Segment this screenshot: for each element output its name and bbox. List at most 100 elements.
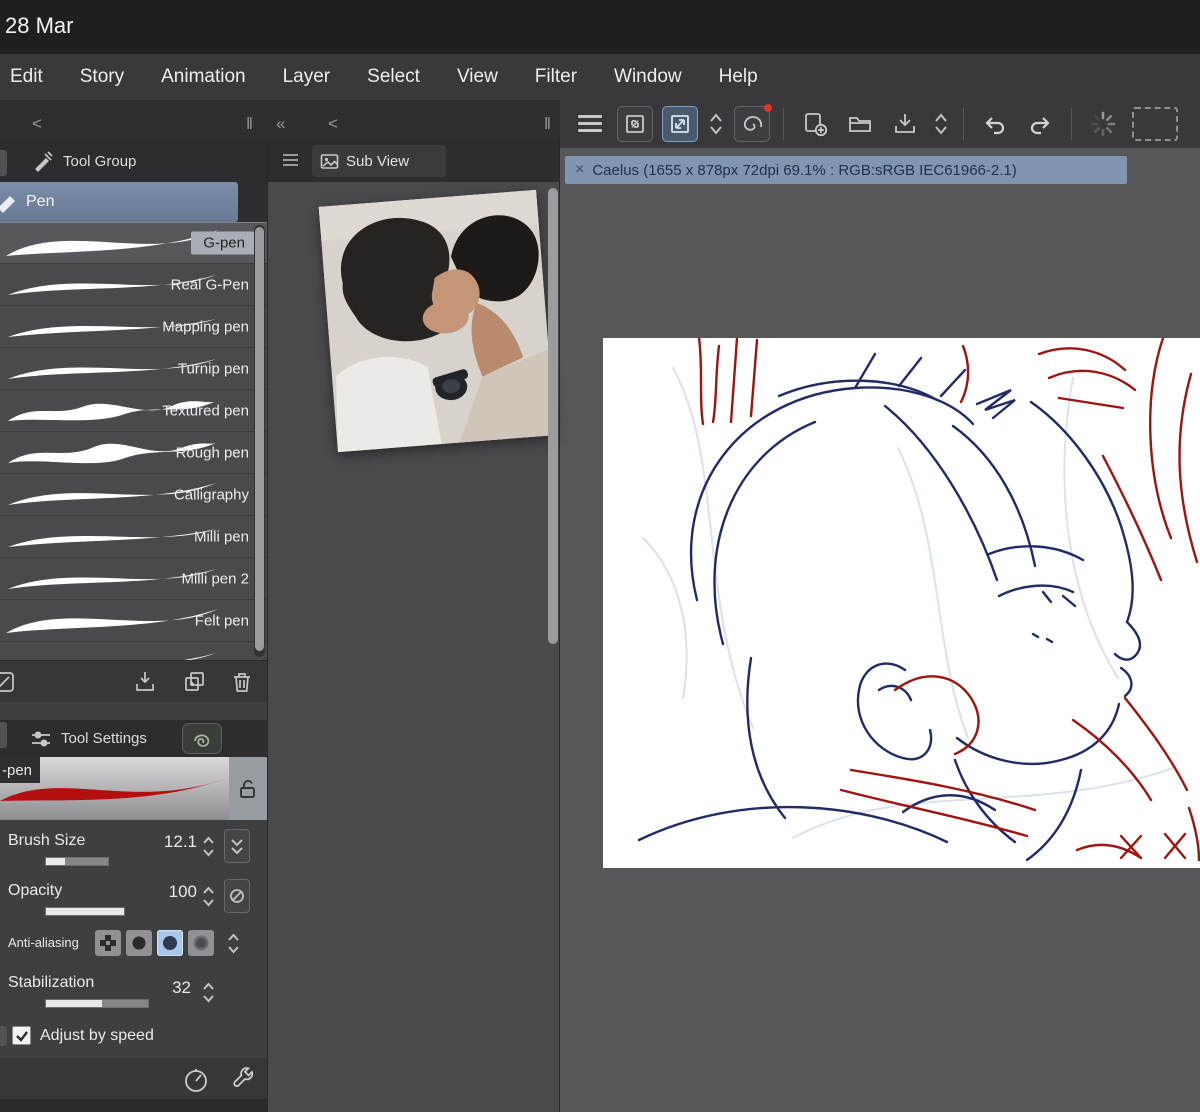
tool-group-icon [35,151,53,172]
close-icon[interactable]: × [575,161,584,179]
sub-view-tab[interactable]: Sub View [312,145,446,177]
panel-handle2-icon[interactable]: ‖ [544,113,551,135]
tool-group-header[interactable]: Tool Group [0,140,267,182]
view-stepper-icon[interactable] [707,106,725,142]
divider [963,108,964,140]
sketch-artwork [637,338,1200,862]
document-tab[interactable]: × Caelus (1655 x 878px 72dpi 69.1% : RGB… [565,156,1127,184]
fit-view-icon[interactable] [617,106,653,142]
sub-tool-list: G-pen Real G-Pen Mapping pen Turnip pen … [0,222,267,660]
pan-zoom-icon[interactable] [662,106,698,142]
canvas-area[interactable]: × Caelus (1655 x 878px 72dpi 69.1% : RGB… [560,148,1200,1112]
brush-stroke-preview: -pen [0,757,267,820]
aa-middle-icon[interactable] [157,930,183,956]
tool-settings-icon [32,731,50,746]
opacity-row: Opacity 100 [0,872,267,920]
menu-layer[interactable]: Layer [283,66,331,88]
menu-filter[interactable]: Filter [535,66,577,88]
titlebar: 28 Mar [0,0,1200,54]
new-canvas-icon[interactable] [797,106,833,142]
opacity-stepper[interactable] [201,883,216,911]
adjust-by-speed-row: Adjust by speed [0,1016,267,1058]
menu-view[interactable]: View [457,66,498,88]
sub-tool-mapping-pen[interactable]: Mapping pen [0,306,267,348]
sub-tool-milli-pen-2[interactable]: Milli pen 2 [0,558,267,600]
scrollbar-thumb[interactable] [255,227,264,651]
docked-panel-edge-tab[interactable] [0,1026,7,1046]
redo-icon[interactable] [1022,106,1058,142]
sub-tool-calligraphy[interactable]: Calligraphy [0,474,267,516]
tool-settings-header[interactable]: Tool Settings [0,720,267,757]
reference-photo[interactable] [318,189,556,453]
sub-view-header[interactable]: Sub View [268,140,559,182]
menu-help[interactable]: Help [719,66,758,88]
special-ruler-icon[interactable] [734,104,772,142]
delete-brush-icon[interactable] [229,669,255,695]
sub-tool-rough-pen[interactable]: Rough pen [0,432,267,474]
brush-size-label: Brush Size [8,832,86,849]
duplicate-brush-icon[interactable] [182,669,208,695]
cut-edge-icon[interactable] [0,669,17,695]
sub-tool-milli-pen[interactable]: Milli pen [0,516,267,558]
selected-tool-pen[interactable]: Pen [0,182,238,222]
lock-open-icon[interactable] [229,757,267,820]
sub-view-scrollbar[interactable] [548,188,558,644]
collapse-mid-icon[interactable]: < [328,113,338,135]
sub-tool-partial[interactable] [0,642,267,660]
adjust-by-speed-label: Adjust by speed [40,1027,154,1044]
menu-window[interactable]: Window [614,66,682,88]
file-stepper-icon[interactable] [932,106,950,142]
docked-panel-edge-tab[interactable] [0,150,7,176]
aa-none-icon[interactable] [95,930,121,956]
brush-size-value[interactable]: 12.1 [137,832,197,852]
stabilization-value[interactable]: 32 [131,978,191,998]
adjust-by-speed-checkbox[interactable] [12,1026,31,1045]
menu-animation[interactable]: Animation [161,66,246,88]
collapse-all-icon[interactable]: « [276,113,285,135]
tool-group-panel: Tool Group Pen G-pen Real G-Pen Mapping … [0,140,268,1112]
circle-slash-icon[interactable] [224,879,250,913]
footer-strip [0,1099,267,1112]
wrench-icon[interactable] [230,1066,258,1094]
panel-handle-icon[interactable]: ‖ [246,113,253,135]
panel-menu-icon[interactable] [283,154,298,169]
tool-group-title: Tool Group [63,152,137,170]
brush-size-stepper[interactable] [201,833,216,861]
sub-tool-scrollbar[interactable] [254,225,265,657]
marquee-icon[interactable] [1132,107,1178,141]
menu-story[interactable]: Story [80,66,124,88]
undo-icon[interactable] [977,106,1013,142]
selected-tool-wrap: Pen [0,182,267,222]
drawing-canvas[interactable] [603,338,1200,868]
stabilization-slider[interactable] [45,999,149,1008]
menu-icon[interactable] [572,106,608,142]
stabilization-stepper[interactable] [201,979,216,1007]
command-bar [560,100,1200,148]
lasso-swirl-icon[interactable] [182,723,222,754]
gauge-icon[interactable] [182,1066,210,1094]
save-icon[interactable] [887,106,923,142]
open-folder-icon[interactable] [842,106,878,142]
sub-tool-gpen[interactable]: G-pen [0,222,267,264]
sub-tool-textured-pen[interactable]: Textured pen [0,390,267,432]
selected-tool-label: Pen [26,193,55,210]
busy-spinner-icon [1085,106,1121,142]
opacity-value[interactable]: 100 [137,882,197,902]
opacity-slider[interactable] [45,907,125,916]
sub-view-panel: Sub View [268,140,560,1112]
menu-select[interactable]: Select [367,66,420,88]
brush-size-preset-button[interactable] [224,829,250,863]
aa-stepper[interactable] [226,930,241,958]
sub-tool-real-gpen[interactable]: Real G-Pen [0,264,267,306]
pen-tool-icon [0,196,15,213]
sub-tool-turnip-pen[interactable]: Turnip pen [0,348,267,390]
collapse-left-icon[interactable]: < [32,113,42,135]
aa-weak-icon[interactable] [126,930,152,956]
sub-tool-felt-pen[interactable]: Felt pen [0,600,267,642]
brush-size-slider[interactable] [45,857,109,866]
aa-strong-icon[interactable] [188,930,214,956]
menu-edit[interactable]: Edit [10,66,43,88]
stabilization-label: Stabilization [8,974,95,991]
download-brush-icon[interactable] [132,669,158,695]
docked-panel-edge-tab[interactable] [0,722,7,748]
